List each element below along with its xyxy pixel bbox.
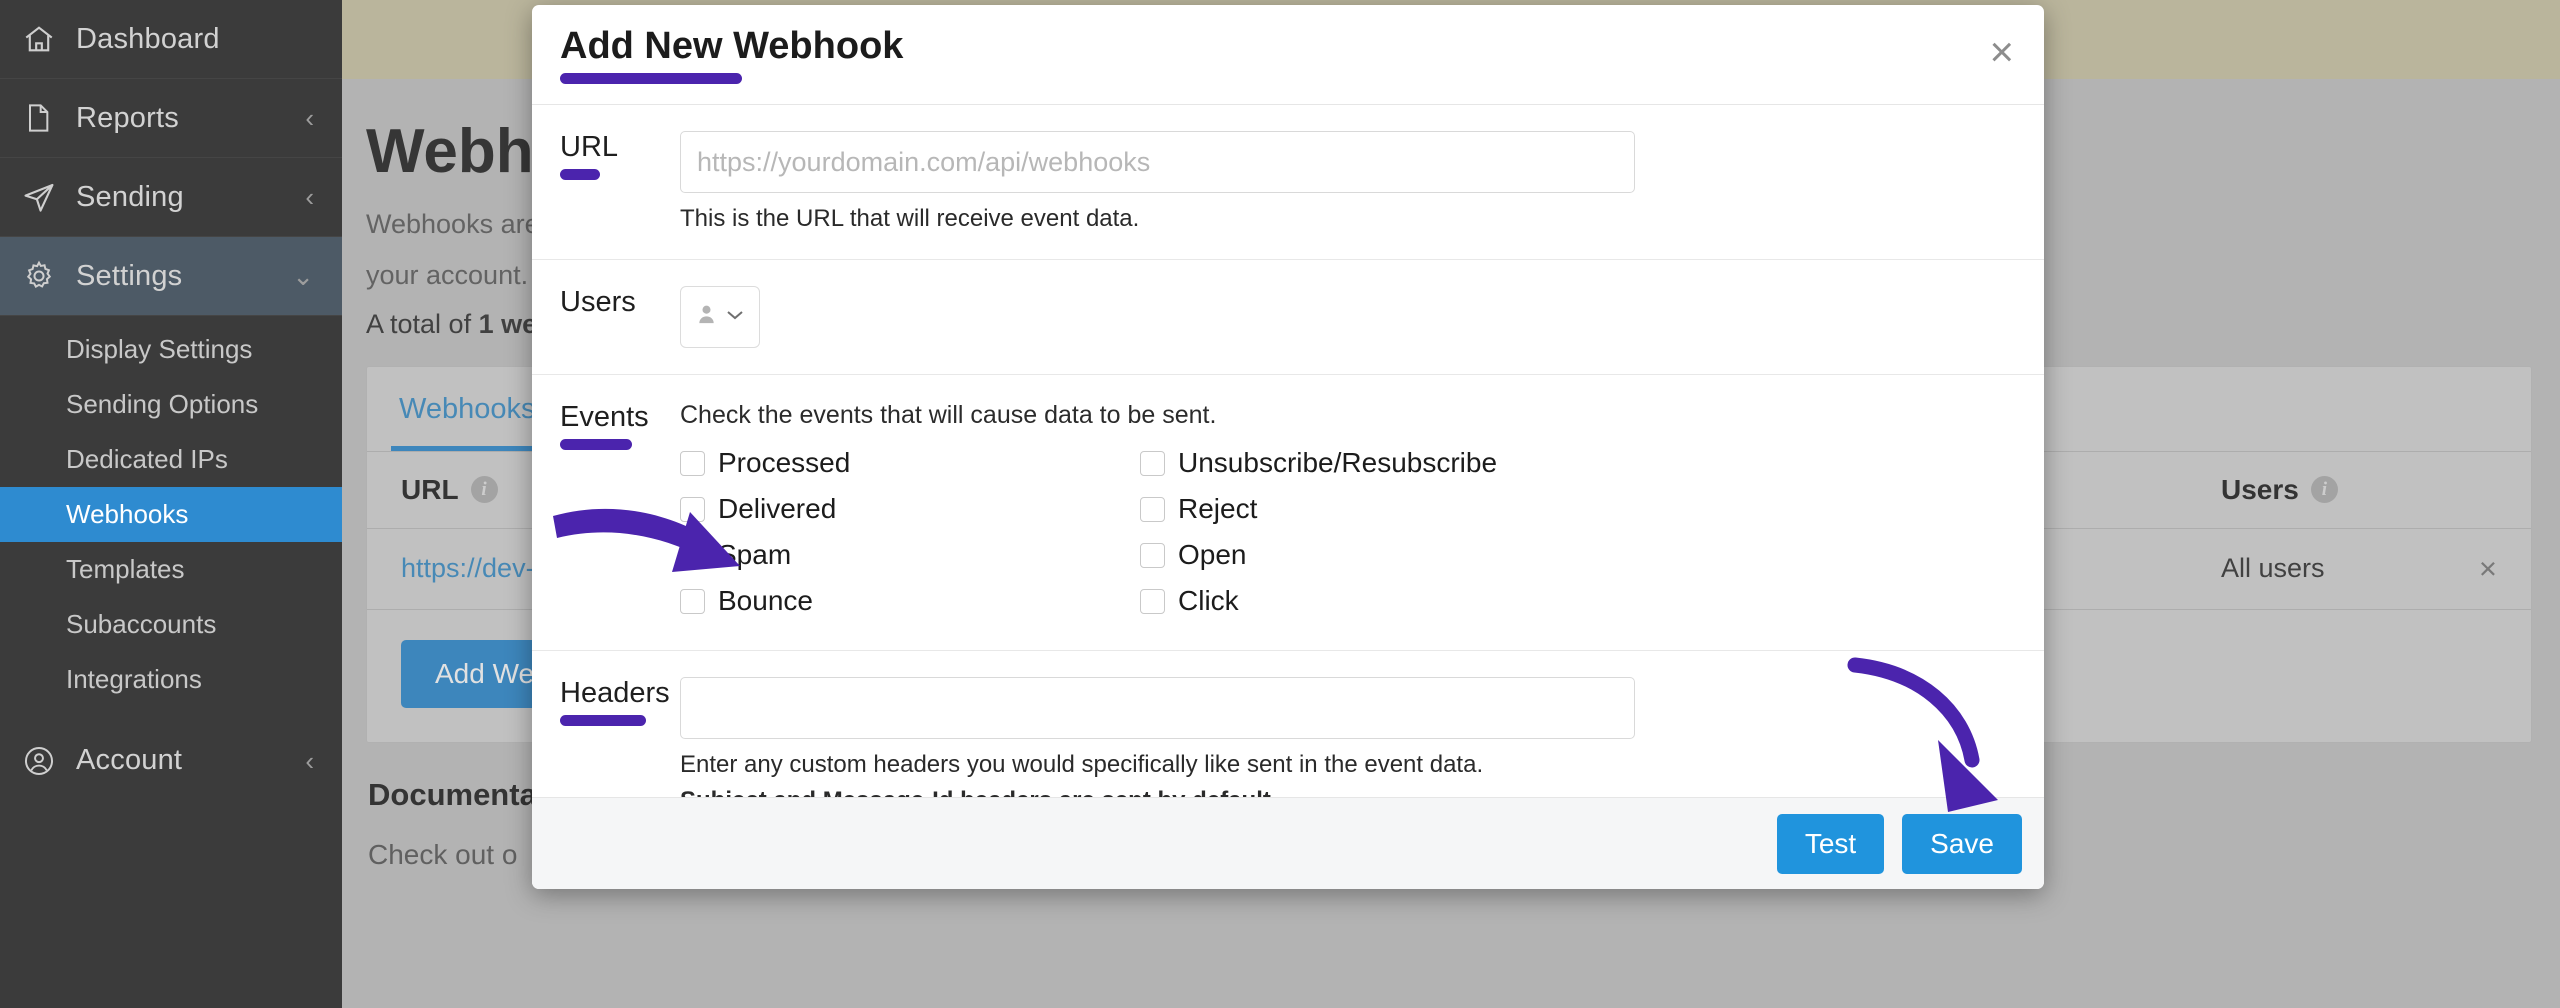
- users-field-label-wrap: Users: [532, 286, 680, 348]
- headers-input[interactable]: [680, 677, 1635, 739]
- headers-field-hint: Enter any custom headers you would speci…: [680, 751, 1484, 778]
- sidebar-subitem-label: Dedicated IPs: [66, 444, 228, 474]
- event-checkbox-click[interactable]: Click: [1140, 578, 1600, 624]
- modal-title: Add New Webhook: [560, 25, 904, 67]
- annotation-underline-url: [560, 169, 600, 180]
- checkbox-icon[interactable]: [1140, 450, 1165, 476]
- sidebar-item-label: Reports: [76, 101, 179, 134]
- checkbox-icon[interactable]: [680, 542, 705, 568]
- checkbox-icon[interactable]: [1140, 588, 1165, 614]
- sidebar-item-label: Sending: [76, 180, 184, 213]
- sidebar-settings-submenu: Display Settings Sending Options Dedicat…: [0, 316, 342, 721]
- checkbox-icon[interactable]: [680, 496, 705, 522]
- events-field-label: Events: [560, 401, 649, 433]
- test-button[interactable]: Test: [1776, 813, 1885, 874]
- sidebar-item-label: Settings: [76, 259, 183, 292]
- url-field-label-wrap: URL: [532, 131, 680, 233]
- user-circle-icon: [22, 744, 76, 778]
- event-checkbox-unsubscribe-resubscribe[interactable]: Unsubscribe/Resubscribe: [1140, 440, 1600, 486]
- sidebar-item-label: Account: [76, 744, 183, 776]
- checkbox-icon[interactable]: [1140, 542, 1165, 568]
- users-field-label: Users: [560, 286, 636, 318]
- event-label: Spam: [718, 539, 792, 570]
- sidebar: Dashboard Reports ‹ Sending ‹ Settings ⌄…: [0, 0, 342, 1008]
- checkbox-icon[interactable]: [1140, 496, 1165, 522]
- save-button[interactable]: Save: [1902, 813, 2022, 874]
- sidebar-item-label: Dashboard: [76, 22, 220, 55]
- url-field-hint: This is the URL that will receive event …: [680, 205, 1140, 232]
- modal-row-events: Events Check the events that will cause …: [532, 375, 2044, 651]
- sidebar-item-subaccounts[interactable]: Subaccounts: [0, 597, 342, 652]
- sidebar-subitem-label: Webhooks: [66, 499, 189, 529]
- event-label: Bounce: [718, 585, 813, 616]
- chevron-left-icon: ‹: [305, 103, 314, 133]
- users-dropdown[interactable]: [680, 286, 760, 348]
- sidebar-subitem-label: Integrations: [66, 664, 202, 694]
- event-checkbox-bounce[interactable]: Bounce: [680, 578, 1140, 624]
- events-column-left: Processed Delivered Spam Bounce: [680, 440, 1140, 624]
- sidebar-item-reports[interactable]: Reports ‹: [0, 79, 342, 158]
- chevron-left-icon: ‹: [305, 745, 314, 776]
- headers-field-label-wrap: Headers: [532, 677, 680, 815]
- event-checkbox-spam[interactable]: Spam: [680, 532, 1140, 578]
- checkbox-icon[interactable]: [680, 450, 705, 476]
- users-field-body: [680, 286, 2044, 348]
- modal-header: Add New Webhook ×: [532, 5, 2044, 105]
- sidebar-item-dedicated-ips[interactable]: Dedicated IPs: [0, 432, 342, 487]
- chevron-down-icon: ⌄: [292, 261, 314, 291]
- chevron-down-icon: [725, 308, 745, 327]
- event-label: Processed: [718, 447, 851, 478]
- event-label: Delivered: [718, 493, 837, 524]
- event-label: Reject: [1178, 493, 1258, 524]
- sidebar-item-webhooks[interactable]: Webhooks: [0, 487, 342, 542]
- modal-title-wrap: Add New Webhook: [532, 25, 903, 84]
- event-checkbox-processed[interactable]: Processed: [680, 440, 1140, 486]
- paper-plane-icon: [22, 180, 76, 214]
- sidebar-subitem-label: Templates: [66, 554, 185, 584]
- document-icon: [22, 101, 76, 135]
- user-icon: [695, 303, 718, 331]
- event-label: Click: [1178, 585, 1239, 616]
- sidebar-item-sending-options[interactable]: Sending Options: [0, 377, 342, 432]
- events-note: Check the events that will cause data to…: [680, 401, 1217, 429]
- event-label: Open: [1178, 539, 1247, 570]
- headers-field-label: Headers: [560, 677, 670, 709]
- annotation-underline-title: [560, 73, 742, 84]
- sidebar-item-integrations[interactable]: Integrations: [0, 652, 342, 707]
- event-checkbox-reject[interactable]: Reject: [1140, 486, 1600, 532]
- url-field-body: This is the URL that will receive event …: [680, 131, 2044, 233]
- chevron-left-icon: ‹: [305, 182, 314, 212]
- annotation-underline-events: [560, 439, 632, 450]
- event-checkbox-delivered[interactable]: Delivered: [680, 486, 1140, 532]
- sidebar-subitem-label: Subaccounts: [66, 609, 217, 639]
- events-column-right: Unsubscribe/Resubscribe Reject Open Clic…: [1140, 440, 1600, 624]
- sidebar-subitem-label: Sending Options: [66, 389, 259, 419]
- modal-footer: Test Save: [532, 797, 2044, 889]
- sidebar-item-dashboard[interactable]: Dashboard: [0, 0, 342, 79]
- checkbox-icon[interactable]: [680, 588, 705, 614]
- events-field-label-wrap: Events: [532, 401, 680, 624]
- url-field-label: URL: [560, 131, 619, 163]
- add-webhook-modal: Add New Webhook × URL This is the URL th…: [532, 5, 2044, 889]
- sidebar-subitem-label: Display Settings: [66, 334, 253, 364]
- app-root: Dashboard Reports ‹ Sending ‹ Settings ⌄…: [0, 0, 2560, 1008]
- close-icon[interactable]: ×: [1989, 31, 2014, 73]
- event-checkbox-open[interactable]: Open: [1140, 532, 1600, 578]
- sidebar-item-templates[interactable]: Templates: [0, 542, 342, 597]
- home-icon: [22, 22, 76, 56]
- gear-icon: [22, 259, 76, 293]
- headers-field-body: Enter any custom headers you would speci…: [680, 677, 2044, 815]
- sidebar-item-account[interactable]: Account ‹: [0, 721, 342, 800]
- sidebar-item-display-settings[interactable]: Display Settings: [0, 322, 342, 377]
- events-grid: Processed Delivered Spam Bounce Unsubscr…: [680, 440, 2008, 624]
- url-input[interactable]: [680, 131, 1635, 193]
- event-label: Unsubscribe/Resubscribe: [1178, 447, 1498, 478]
- annotation-underline-headers: [560, 715, 646, 726]
- modal-row-users: Users: [532, 260, 2044, 375]
- modal-row-url: URL This is the URL that will receive ev…: [532, 105, 2044, 260]
- sidebar-item-sending[interactable]: Sending ‹: [0, 158, 342, 237]
- events-field-body: Check the events that will cause data to…: [680, 401, 2044, 624]
- sidebar-item-settings[interactable]: Settings ⌄: [0, 237, 342, 316]
